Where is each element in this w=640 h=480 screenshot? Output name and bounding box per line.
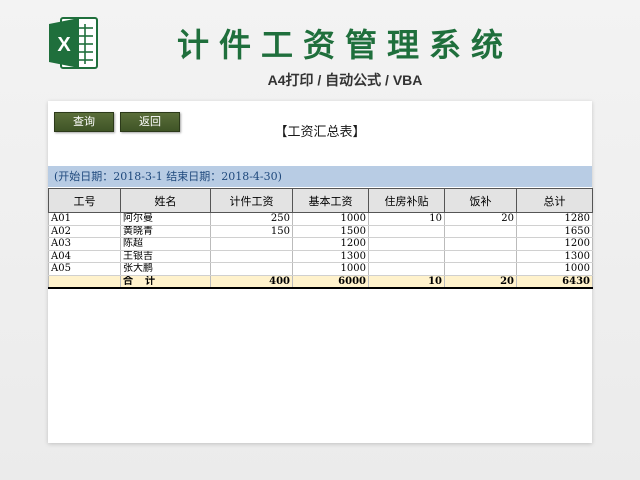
table-cell[interactable]: 1300	[516, 250, 593, 263]
table-row: A03 陈超 1200 1200	[48, 237, 593, 251]
date-range: (开始日期：2018-3-1 结束日期：2018-4-30)	[48, 166, 592, 187]
total-cell[interactable]: 400	[210, 274, 293, 289]
table-cell[interactable]: 1000	[516, 262, 593, 276]
total-cell[interactable]: 20	[444, 274, 517, 289]
table-cell[interactable]: 1000	[292, 212, 369, 226]
table-cell[interactable]	[444, 250, 517, 263]
table-cell[interactable]	[368, 237, 445, 251]
table-row: A01 阿尔曼 250 1000 10 20 1280	[48, 212, 593, 226]
worksheet: 查询 返回 【工资汇总表】 (开始日期：2018-3-1 结束日期：2018-4…	[48, 101, 593, 443]
column-header: 饭补	[444, 188, 517, 213]
table-cell[interactable]: 1500	[292, 225, 369, 238]
table-cell[interactable]: A05	[48, 262, 121, 276]
table-cell[interactable]: 张大鹏	[120, 262, 211, 276]
table-cell[interactable]: 1200	[516, 237, 593, 251]
table-cell[interactable]	[444, 225, 517, 238]
back-button[interactable]: 返回	[120, 112, 180, 132]
column-header: 工号	[48, 188, 121, 213]
table-cell[interactable]: 王银吉	[120, 250, 211, 263]
excel-logo-letter: X	[57, 34, 71, 56]
table-cell[interactable]	[444, 237, 517, 251]
table-cell[interactable]	[368, 250, 445, 263]
table-cell[interactable]: A01	[48, 212, 121, 226]
column-header: 姓名	[120, 188, 211, 213]
app-subtitle: A4打印 / 自动公式 / VBA	[267, 72, 423, 88]
table-row: A05 张大鹏 1000 1000	[48, 262, 593, 276]
table-cell[interactable]	[210, 237, 293, 251]
total-cell[interactable]: 6430	[516, 274, 593, 289]
table-cell[interactable]: 阿尔曼	[120, 212, 211, 226]
table-cell[interactable]: A03	[48, 237, 121, 251]
total-label[interactable]: 合 计	[120, 274, 211, 289]
app-title: 计件工资管理系统	[176, 26, 513, 64]
table-cell[interactable]: A02	[48, 225, 121, 238]
excel-icon: X	[47, 14, 101, 72]
column-header: 住房补贴	[368, 188, 445, 213]
salary-summary-table: 工号 姓名 计件工资 基本工资 住房补贴 饭补 总计 A01 阿尔曼 250 1…	[48, 188, 593, 289]
table-row: A04 王银吉 1300 1300	[48, 250, 593, 263]
table-cell[interactable]: 陈超	[120, 237, 211, 251]
table-cell[interactable]: 250	[210, 212, 293, 226]
query-button[interactable]: 查询	[54, 112, 114, 132]
table-cell[interactable]: 1200	[292, 237, 369, 251]
report-title: 【工资汇总表】	[274, 125, 366, 140]
table-cell[interactable]	[444, 262, 517, 276]
table-cell[interactable]: 黄晓青	[120, 225, 211, 238]
table-cell[interactable]: 10	[368, 212, 445, 226]
total-cell[interactable]: 6000	[292, 274, 369, 289]
table-cell[interactable]: A04	[48, 250, 121, 263]
table-cell[interactable]	[368, 225, 445, 238]
table-cell[interactable]: 1000	[292, 262, 369, 276]
table-header-row: 工号 姓名 计件工资 基本工资 住房补贴 饭补 总计	[48, 188, 593, 213]
table-cell[interactable]	[48, 274, 121, 289]
table-row: A02 黄晓青 150 1500 1650	[48, 225, 593, 238]
column-header: 总计	[516, 188, 593, 213]
table-cell[interactable]	[210, 262, 293, 276]
table-cell[interactable]: 1300	[292, 250, 369, 263]
total-cell[interactable]: 10	[368, 274, 445, 289]
column-header: 基本工资	[292, 188, 369, 213]
table-cell[interactable]: 20	[444, 212, 517, 226]
table-cell[interactable]	[210, 250, 293, 263]
table-cell[interactable]: 1650	[516, 225, 593, 238]
total-row: 合 计 400 6000 10 20 6430	[48, 274, 593, 289]
table-cell[interactable]	[368, 262, 445, 276]
table-cell[interactable]: 1280	[516, 212, 593, 226]
table-cell[interactable]: 150	[210, 225, 293, 238]
column-header: 计件工资	[210, 188, 293, 213]
